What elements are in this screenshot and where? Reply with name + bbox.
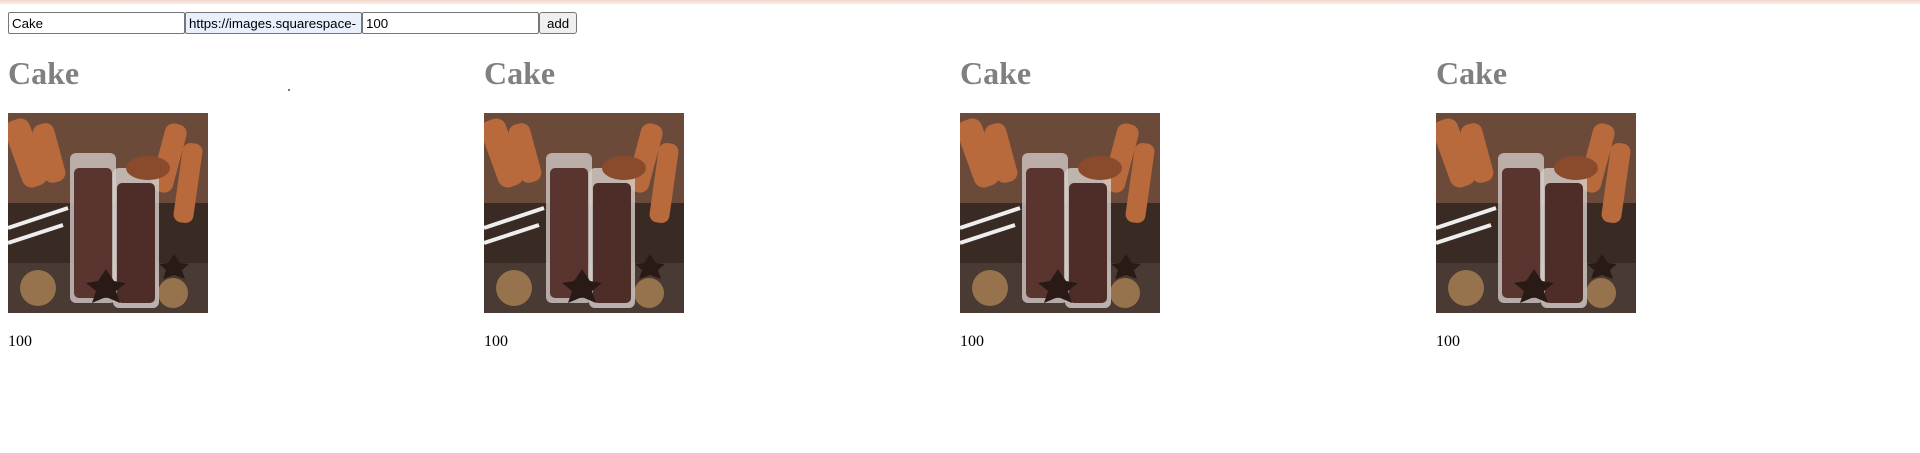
price-input[interactable] bbox=[362, 12, 539, 34]
product-price: 100 bbox=[1436, 333, 1460, 350]
product-title: Cake bbox=[8, 55, 80, 91]
product-price: 100 bbox=[8, 333, 32, 350]
hot-chocolate-photo-icon bbox=[8, 113, 208, 313]
add-button[interactable]: add bbox=[539, 12, 578, 34]
product-title: Cake bbox=[960, 55, 1032, 91]
product-price: 100 bbox=[484, 333, 508, 350]
add-product-form: add bbox=[8, 12, 578, 34]
product-title: Cake bbox=[1436, 55, 1508, 91]
product-card: Cake 100 bbox=[1436, 55, 1816, 350]
product-card: Cake 100 bbox=[8, 55, 388, 350]
product-card: Cake 100 bbox=[960, 55, 1340, 350]
product-title: Cake bbox=[484, 55, 556, 91]
hot-chocolate-photo-icon bbox=[960, 113, 1160, 313]
product-list: Cake 100 Cake 100 Cake 100 Cake 100 bbox=[8, 55, 1912, 365]
product-price: 100 bbox=[960, 333, 984, 350]
product-card: Cake 100 bbox=[484, 55, 864, 350]
image-url-input[interactable] bbox=[185, 12, 362, 34]
hot-chocolate-photo-icon bbox=[484, 113, 684, 313]
hot-chocolate-photo-icon bbox=[1436, 113, 1636, 313]
browser-top-edge bbox=[0, 0, 1920, 4]
product-name-input[interactable] bbox=[8, 12, 185, 34]
